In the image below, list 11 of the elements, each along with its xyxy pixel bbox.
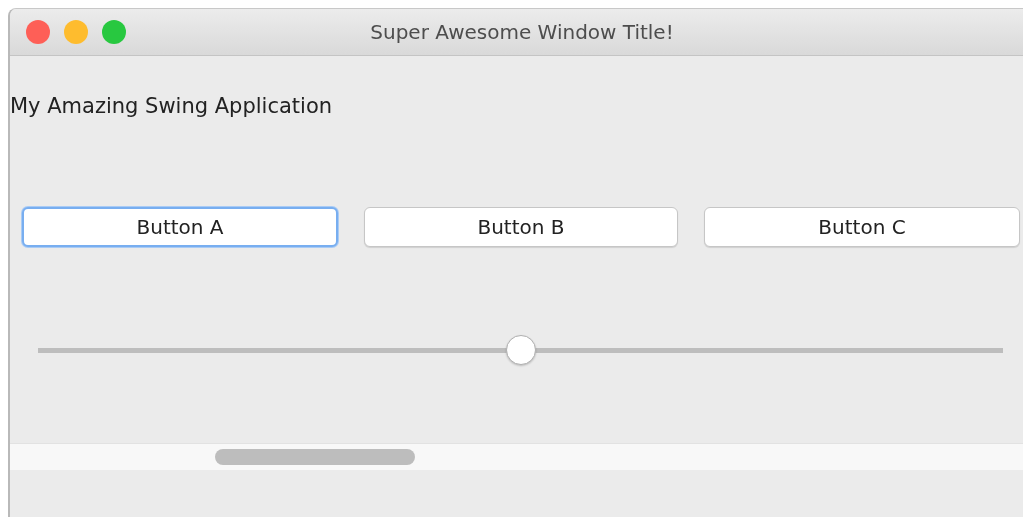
minimize-icon[interactable] — [64, 20, 88, 44]
maximize-icon[interactable] — [102, 20, 126, 44]
window-title: Super Awesome Window Title! — [370, 20, 674, 44]
slider-thumb[interactable] — [505, 335, 536, 365]
horizontal-scrollbar[interactable] — [10, 443, 1023, 470]
scrollbar-thumb[interactable] — [215, 449, 415, 465]
push-button[interactable]: Button A — [22, 207, 338, 247]
push-button[interactable]: Button C — [704, 207, 1020, 247]
close-icon[interactable] — [26, 20, 50, 44]
app-label: My Amazing Swing Application — [10, 93, 333, 119]
push-button[interactable]: Button B — [364, 207, 678, 247]
